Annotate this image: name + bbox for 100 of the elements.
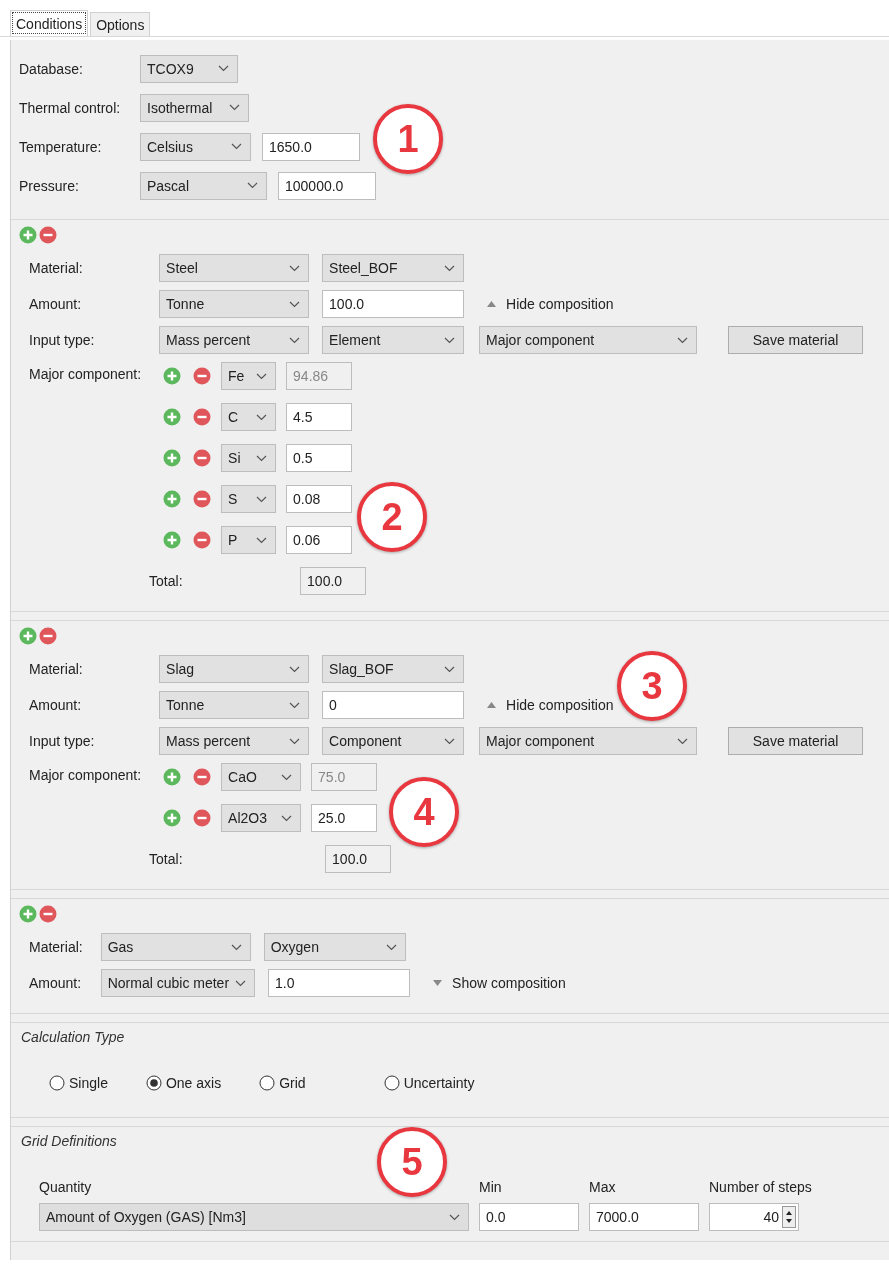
radio-button[interactable]: Single	[49, 1075, 108, 1091]
remove-icon[interactable]	[39, 627, 57, 645]
dropdown[interactable]: Tonne	[159, 290, 310, 318]
save-material-button[interactable]: Save material	[728, 727, 864, 755]
input-field[interactable]: 0.08	[286, 485, 353, 513]
caret-icon	[289, 300, 301, 308]
add-icon[interactable]	[163, 367, 182, 385]
input-field[interactable]: 0.5	[286, 444, 353, 472]
callout-marker: 4	[389, 777, 460, 847]
dropdown[interactable]: S	[221, 485, 277, 513]
dropdown[interactable]: Steel_BOF	[322, 254, 465, 282]
dropdown[interactable]: Amount of Oxygen (GAS) [Nm3]	[39, 1203, 469, 1231]
caret-icon	[256, 454, 268, 462]
dropdown[interactable]: Al2O3	[221, 804, 302, 832]
dropdown[interactable]: Oxygen	[263, 933, 406, 961]
input-field[interactable]: 100.0	[322, 290, 465, 318]
remove-icon[interactable]	[193, 531, 212, 549]
radio-button[interactable]: Grid	[259, 1075, 306, 1091]
input-field[interactable]: 0.0	[479, 1203, 579, 1231]
add-icon[interactable]	[163, 408, 182, 426]
composition-toggle[interactable]: Hide composition	[477, 296, 614, 312]
tab[interactable]: Options	[90, 12, 151, 36]
total-label: Total:	[149, 851, 184, 867]
field-label: Amount:	[29, 296, 83, 312]
callout-marker: 1	[373, 104, 443, 174]
add-icon[interactable]	[163, 768, 182, 786]
dropdown[interactable]: Component	[322, 727, 465, 755]
caret-icon	[281, 814, 293, 822]
caret-icon	[281, 773, 293, 781]
caret-icon	[256, 536, 268, 544]
dropdown[interactable]: Gas	[100, 933, 251, 961]
dropdown[interactable]: Major component	[479, 727, 698, 755]
dropdown[interactable]: Element	[322, 326, 465, 354]
input-field[interactable]: 7000.0	[589, 1203, 699, 1231]
total-value: 100.0	[325, 845, 392, 873]
caret-icon	[677, 737, 689, 745]
input-field[interactable]: 1650.0	[262, 132, 360, 161]
add-icon[interactable]	[163, 449, 182, 467]
field-label: Amount:	[29, 975, 83, 991]
total-label: Total:	[149, 573, 184, 589]
dropdown[interactable]: C	[221, 403, 277, 431]
dropdown[interactable]: TCOX9	[140, 54, 238, 83]
add-icon[interactable]	[19, 226, 37, 244]
dropdown[interactable]: Isothermal	[140, 93, 249, 122]
caret-icon	[218, 65, 229, 72]
composition-toggle[interactable]: Show composition	[423, 975, 566, 991]
radio-button[interactable]: Uncertainty	[383, 1075, 475, 1091]
dropdown[interactable]: Mass percent	[159, 326, 310, 354]
add-icon[interactable]	[163, 531, 182, 549]
dropdown[interactable]: Tonne	[159, 691, 310, 719]
dropdown[interactable]: Pascal	[140, 171, 267, 200]
dropdown[interactable]: Slag_BOF	[322, 655, 465, 683]
caret-icon	[289, 264, 301, 272]
add-icon[interactable]	[163, 809, 182, 827]
composition-toggle[interactable]: Hide composition	[477, 697, 614, 713]
dropdown[interactable]: Celsius	[140, 132, 251, 161]
radio-icon	[145, 1075, 162, 1091]
add-icon[interactable]	[19, 627, 37, 645]
input-field[interactable]: 4.5	[286, 403, 353, 431]
dropdown[interactable]: Slag	[159, 655, 310, 683]
caret-icon	[444, 264, 456, 272]
remove-icon[interactable]	[39, 905, 57, 923]
caret-icon	[385, 943, 397, 951]
input-field[interactable]: 25.0	[311, 804, 378, 832]
remove-icon[interactable]	[193, 768, 212, 786]
caret-icon	[289, 665, 301, 673]
column-header: Number of steps	[709, 1179, 813, 1195]
dropdown[interactable]: Normal cubic meter	[100, 969, 256, 997]
dropdown[interactable]: Si	[221, 444, 277, 472]
save-material-button[interactable]: Save material	[728, 326, 864, 354]
dropdown[interactable]: Steel	[159, 254, 310, 282]
remove-icon[interactable]	[193, 449, 212, 467]
field-label: Material:	[29, 939, 83, 955]
remove-icon[interactable]	[39, 226, 57, 244]
dropdown[interactable]: Major component	[479, 326, 698, 354]
caret-icon	[247, 182, 258, 189]
remove-icon[interactable]	[193, 490, 212, 508]
input-field[interactable]: 100000.0	[278, 171, 376, 200]
add-icon[interactable]	[19, 905, 37, 923]
input-field[interactable]: 1.0	[268, 969, 411, 997]
dropdown[interactable]: P	[221, 526, 277, 554]
radio-button[interactable]: One axis	[145, 1075, 222, 1091]
group-title: Grid Definitions	[21, 1133, 118, 1149]
field-label: Database:	[19, 60, 84, 77]
column-header: Min	[479, 1179, 503, 1195]
dropdown[interactable]: Mass percent	[159, 727, 310, 755]
spin-box[interactable]: 40	[709, 1203, 799, 1231]
column-header: Max	[589, 1179, 617, 1195]
radio-icon	[49, 1075, 65, 1091]
remove-icon[interactable]	[193, 408, 212, 426]
caret-icon	[289, 737, 301, 745]
caret-icon	[256, 372, 268, 380]
input-field[interactable]: 0.06	[286, 526, 353, 554]
add-icon[interactable]	[163, 490, 182, 508]
field-label: Temperature:	[19, 138, 103, 155]
caret-icon	[444, 336, 456, 344]
tab[interactable]: Conditions	[10, 10, 89, 36]
input-field[interactable]: 0	[322, 691, 465, 719]
remove-icon[interactable]	[193, 809, 212, 827]
remove-icon[interactable]	[193, 367, 212, 385]
